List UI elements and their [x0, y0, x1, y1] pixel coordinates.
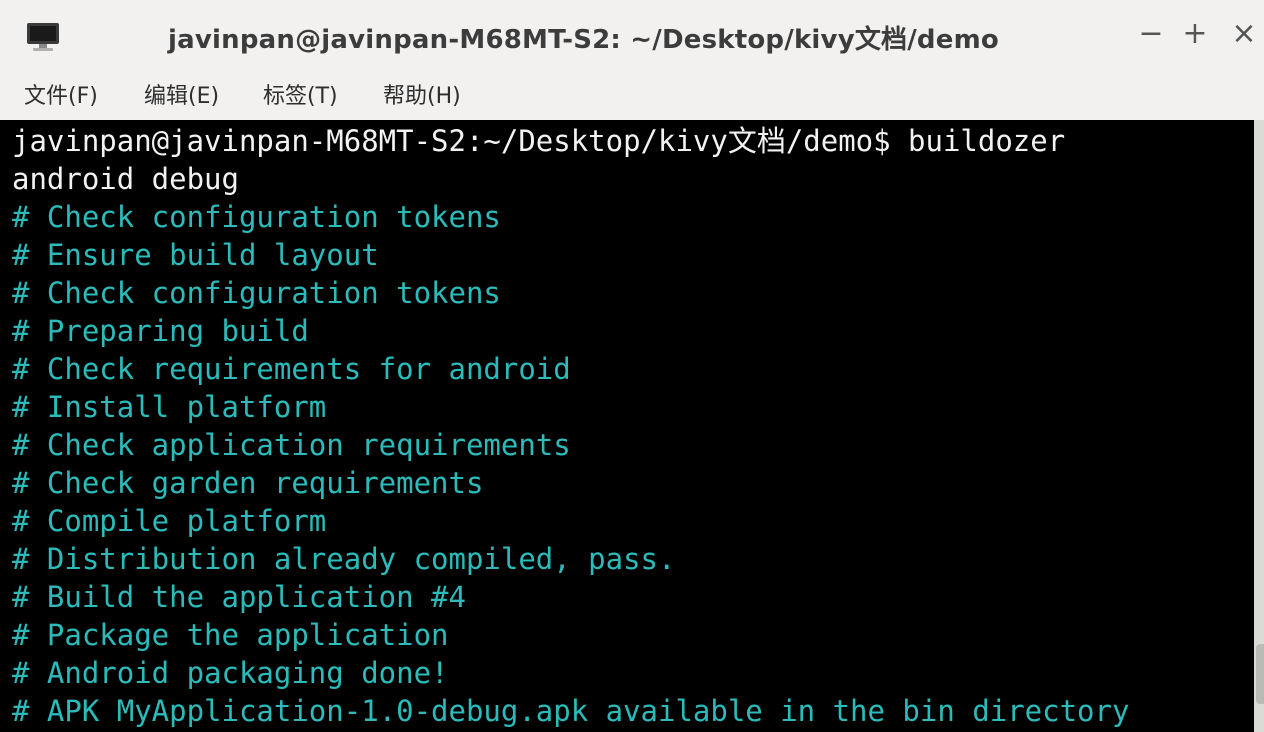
menu-tabs[interactable]: 标签(T) — [263, 80, 338, 114]
terminal-output-area[interactable]: javinpan@javinpan-M68MT-S2:~/Desktop/kiv… — [0, 120, 1254, 732]
menu-file[interactable]: 文件(F) — [24, 80, 98, 114]
menu-edit[interactable]: 编辑(E) — [144, 80, 219, 114]
command-continuation: android debug — [12, 162, 239, 196]
maximize-button[interactable]: + — [1177, 14, 1213, 54]
menu-help[interactable]: 帮助(H) — [383, 80, 461, 114]
terminal-window: javinpan@javinpan-M68MT-S2: ~/Desktop/ki… — [0, 0, 1264, 732]
menu-bar: 文件(F) 编辑(E) 标签(T) 帮助(H) — [0, 74, 1264, 120]
output-line: # Package the application — [12, 618, 449, 652]
output-line: # Check application requirements — [12, 428, 571, 462]
output-line: # Ensure build layout — [12, 238, 379, 272]
close-button[interactable]: × — [1226, 14, 1262, 54]
output-line: # Check configuration tokens — [12, 276, 501, 310]
output-line: # Check configuration tokens — [12, 200, 501, 234]
minimize-button[interactable]: − — [1133, 14, 1169, 54]
output-line: # Install platform — [12, 390, 327, 424]
output-line: # APK MyApplication-1.0-debug.apk availa… — [12, 694, 1130, 728]
output-line: # Preparing build — [12, 314, 309, 348]
output-line: # Compile platform — [12, 504, 327, 538]
output-line: # Check requirements for android — [12, 352, 571, 386]
title-bar[interactable]: javinpan@javinpan-M68MT-S2: ~/Desktop/ki… — [0, 0, 1264, 74]
terminal-monitor-icon — [27, 23, 59, 51]
prompt-line: javinpan@javinpan-M68MT-S2:~/Desktop/kiv… — [12, 124, 1066, 158]
output-line: # Android packaging done! — [12, 656, 449, 690]
scrollbar-thumb[interactable] — [1256, 644, 1264, 704]
output-line: # Build the application #4 — [12, 580, 466, 614]
output-line: # Distribution already compiled, pass. — [12, 542, 676, 576]
output-line: # Check garden requirements — [12, 466, 484, 500]
window-title: javinpan@javinpan-M68MT-S2: ~/Desktop/ki… — [168, 25, 999, 55]
scrollbar-track[interactable] — [1254, 120, 1264, 732]
